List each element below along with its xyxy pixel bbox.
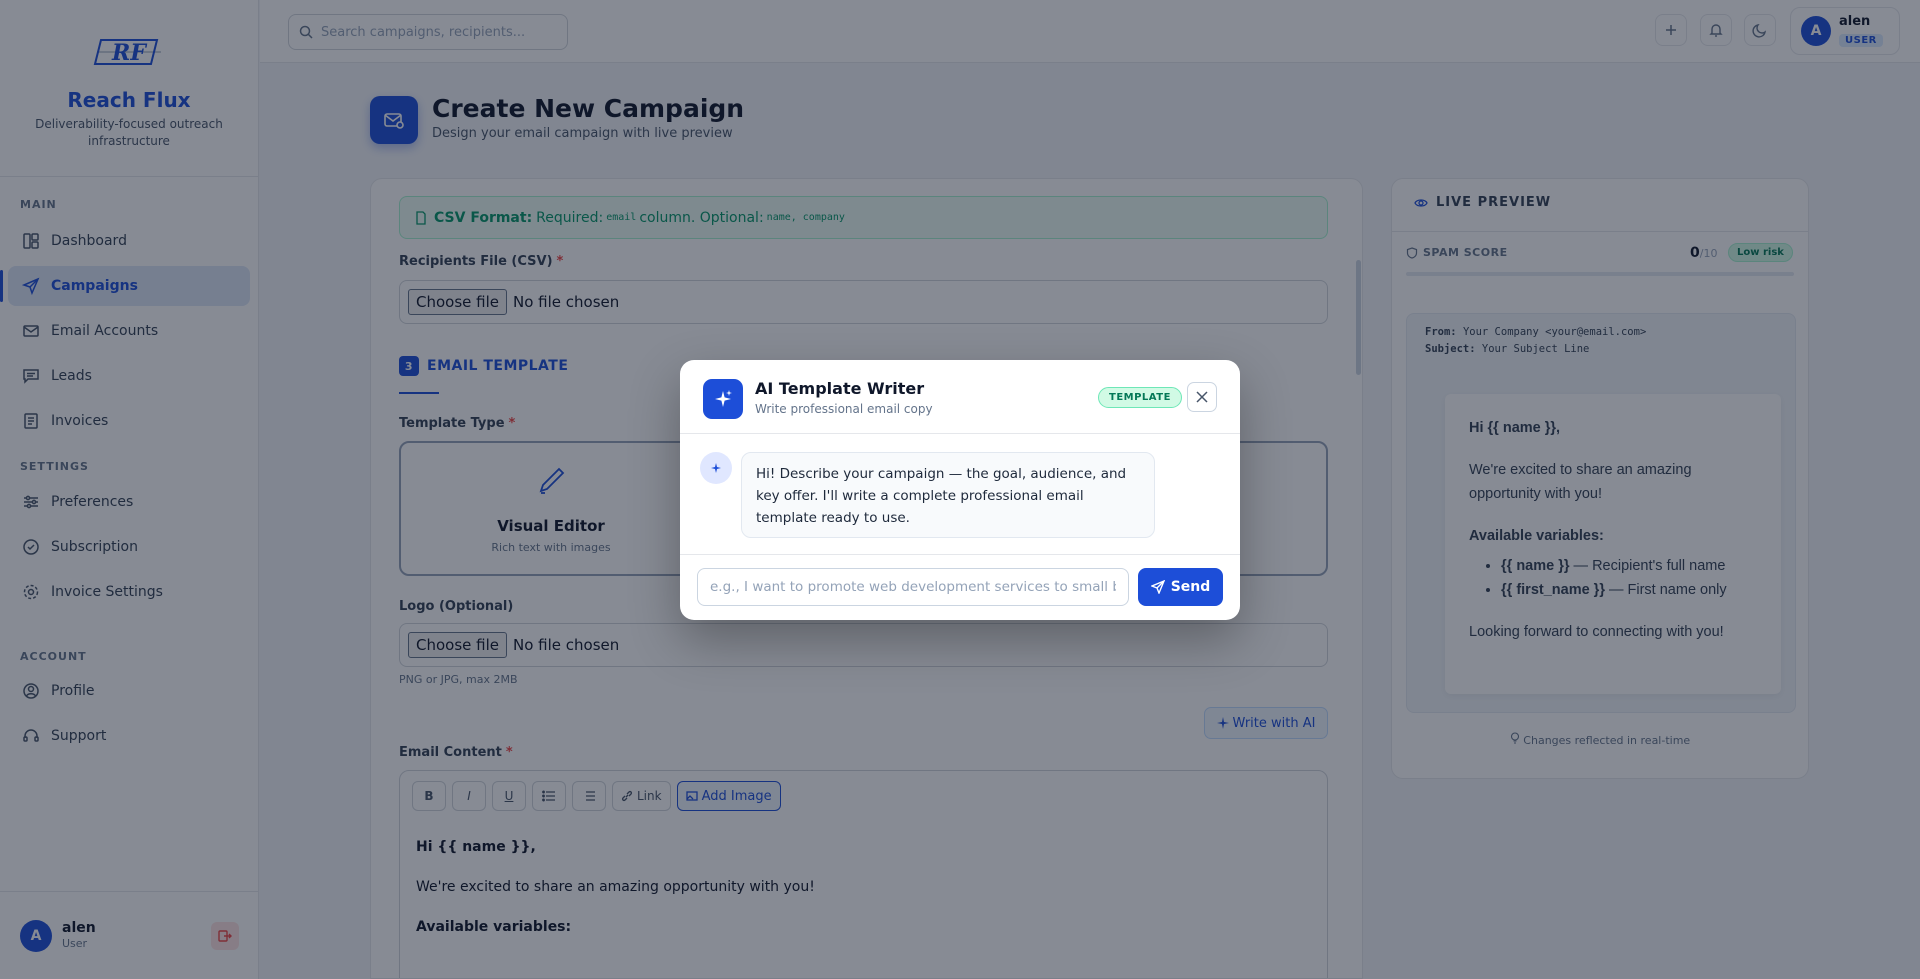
modal-title: AI Template Writer: [755, 379, 925, 398]
send-button[interactable]: Send: [1138, 568, 1223, 606]
assistant-message: Hi! Describe your campaign — the goal, a…: [741, 452, 1155, 538]
divider: [680, 554, 1240, 555]
campaign-description-input[interactable]: [697, 568, 1129, 606]
ai-template-writer-modal: AI Template Writer Write professional em…: [680, 360, 1240, 620]
send-icon: [1150, 580, 1165, 594]
modal-subtitle: Write professional email copy: [755, 402, 933, 416]
template-badge: TEMPLATE: [1098, 387, 1182, 408]
divider: [680, 433, 1240, 434]
send-label: Send: [1170, 579, 1211, 595]
sparkle-icon: [711, 463, 721, 473]
assistant-avatar: [700, 452, 732, 484]
sparkle-icon: [703, 379, 743, 419]
close-icon: [1196, 391, 1208, 403]
close-button[interactable]: [1187, 382, 1217, 412]
